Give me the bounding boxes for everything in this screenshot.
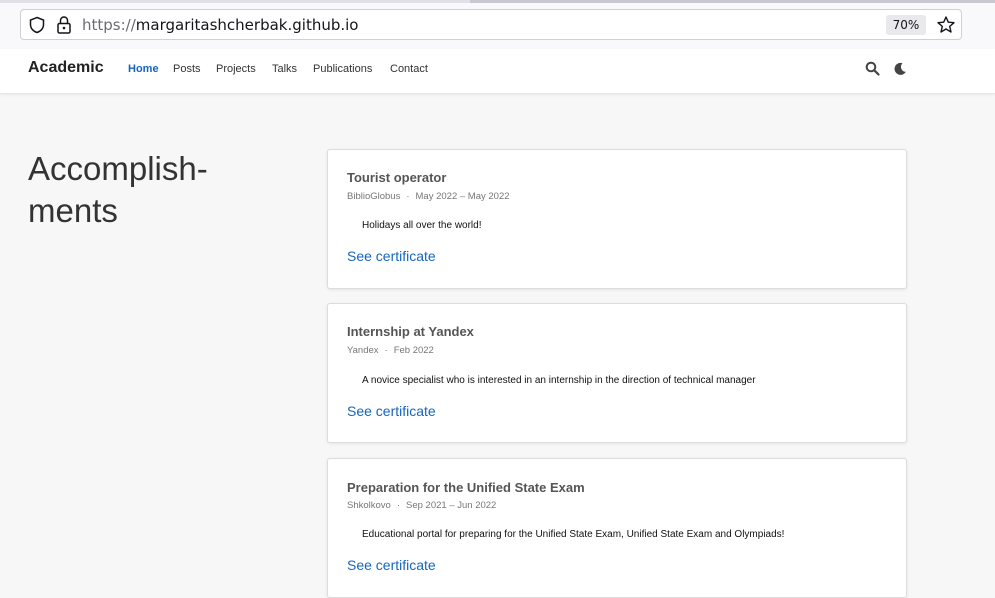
card-date: May 2022 – May 2022 bbox=[415, 191, 510, 202]
nav-contact[interactable]: Contact bbox=[390, 63, 428, 75]
lock-icon[interactable] bbox=[55, 15, 73, 35]
card-title: Preparation for the Unified State Exam bbox=[347, 480, 585, 495]
moon-icon[interactable] bbox=[893, 61, 907, 75]
url-host: margaritashcherbak.github.io bbox=[135, 16, 359, 34]
meta-separator: · bbox=[406, 191, 410, 202]
accomplishment-card: Internship at Yandex Yandex · Feb 2022 A n… bbox=[327, 303, 907, 443]
see-certificate-link[interactable]: See certificate bbox=[347, 248, 436, 264]
browser-toolbar: https://margaritashcherbak.github.io 70% bbox=[0, 0, 995, 49]
card-date: Sep 2021 – Jun 2022 bbox=[406, 500, 497, 511]
card-description: Educational portal for preparing for the… bbox=[362, 529, 785, 540]
meta-separator: · bbox=[384, 345, 388, 356]
page-title-line-2: ments bbox=[28, 192, 118, 229]
nav-posts[interactable]: Posts bbox=[173, 63, 201, 75]
card-title: Internship at Yandex bbox=[347, 324, 474, 339]
active-tab-indicator bbox=[470, 0, 995, 3]
nav-talks[interactable]: Talks bbox=[272, 63, 297, 75]
search-icon[interactable] bbox=[865, 61, 880, 76]
site-brand[interactable]: Academic bbox=[28, 59, 104, 77]
card-description: Holidays all over the world! bbox=[362, 220, 482, 231]
see-certificate-link[interactable]: See certificate bbox=[347, 557, 436, 573]
address-bar[interactable]: https://margaritashcherbak.github.io 70% bbox=[20, 9, 962, 40]
shield-icon[interactable] bbox=[28, 16, 46, 34]
nav-publications[interactable]: Publications bbox=[313, 63, 372, 75]
card-org: BiblioGlobus bbox=[347, 191, 401, 202]
page-title-line-1: Accomplish- bbox=[28, 150, 208, 187]
nav-projects[interactable]: Projects bbox=[216, 63, 256, 75]
card-date: Feb 2022 bbox=[393, 345, 434, 356]
star-icon[interactable] bbox=[936, 15, 956, 35]
site-navbar: Academic Home Posts Projects Talks Publi… bbox=[0, 49, 995, 94]
card-description: A novice specialist who is interested in… bbox=[362, 375, 756, 386]
card-title: Tourist operator bbox=[347, 170, 447, 185]
url-scheme: https:// bbox=[82, 16, 136, 34]
zoom-indicator[interactable]: 70% bbox=[886, 15, 926, 35]
accomplishment-card: Tourist operator BiblioGlobus · May 2022 –… bbox=[327, 149, 907, 289]
card-meta: Shkolkovo · Sep 2021 – Jun 2022 bbox=[347, 500, 496, 511]
nav-home[interactable]: Home bbox=[128, 63, 159, 75]
card-org: Yandex bbox=[347, 345, 379, 356]
card-org: Shkolkovo bbox=[347, 500, 391, 511]
see-certificate-link[interactable]: See certificate bbox=[347, 403, 436, 419]
tab-strip bbox=[0, 0, 995, 3]
page-title: Accomplish- ments bbox=[28, 148, 288, 232]
accomplishment-card: Preparation for the Unified State Exam S… bbox=[327, 458, 907, 598]
url-text[interactable]: https://margaritashcherbak.github.io bbox=[82, 16, 358, 34]
card-meta: Yandex · Feb 2022 bbox=[347, 345, 434, 356]
meta-separator: · bbox=[396, 500, 401, 511]
card-meta: BiblioGlobus · May 2022 – May 2022 bbox=[347, 191, 510, 202]
